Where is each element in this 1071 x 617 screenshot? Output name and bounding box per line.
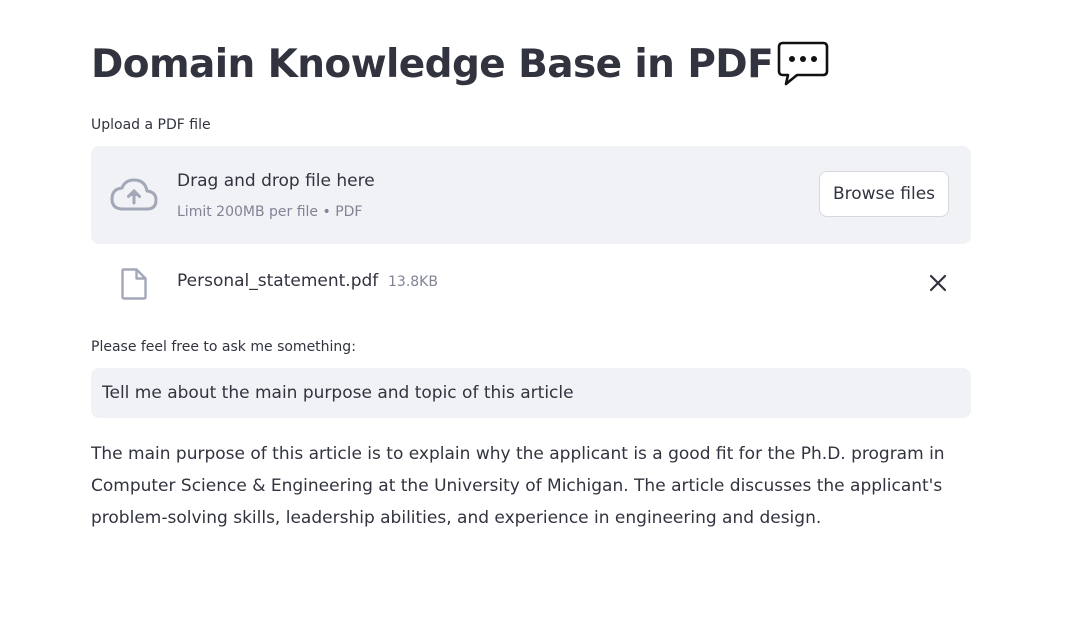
close-icon[interactable] <box>927 272 949 294</box>
cloud-upload-icon <box>110 178 158 211</box>
uploaded-file-name: Personal_statement.pdf <box>177 271 379 291</box>
upload-label: Upload a PDF file <box>91 117 211 133</box>
question-input[interactable] <box>91 368 971 418</box>
dropzone-limit: Limit 200MB per file • PDF <box>177 204 363 220</box>
app-page: Domain Knowledge Base in PDF Upload a PD… <box>0 0 1071 617</box>
file-icon <box>121 268 147 300</box>
dropzone-instructions: Drag and drop file here <box>177 171 375 191</box>
uploaded-file-row: Personal_statement.pdf 13.8KB <box>91 262 971 306</box>
title-row: Domain Knowledge Base in PDF <box>91 40 829 90</box>
file-dropzone[interactable]: Drag and drop file here Limit 200MB per … <box>91 146 971 244</box>
uploaded-file-size: 13.8KB <box>388 274 438 290</box>
browse-files-button[interactable]: Browse files <box>819 171 949 217</box>
speech-balloon-icon <box>777 41 829 86</box>
answer-text: The main purpose of this article is to e… <box>91 444 945 528</box>
page-title: Domain Knowledge Base in PDF <box>91 42 774 87</box>
question-label: Please feel free to ask me something: <box>91 339 356 355</box>
